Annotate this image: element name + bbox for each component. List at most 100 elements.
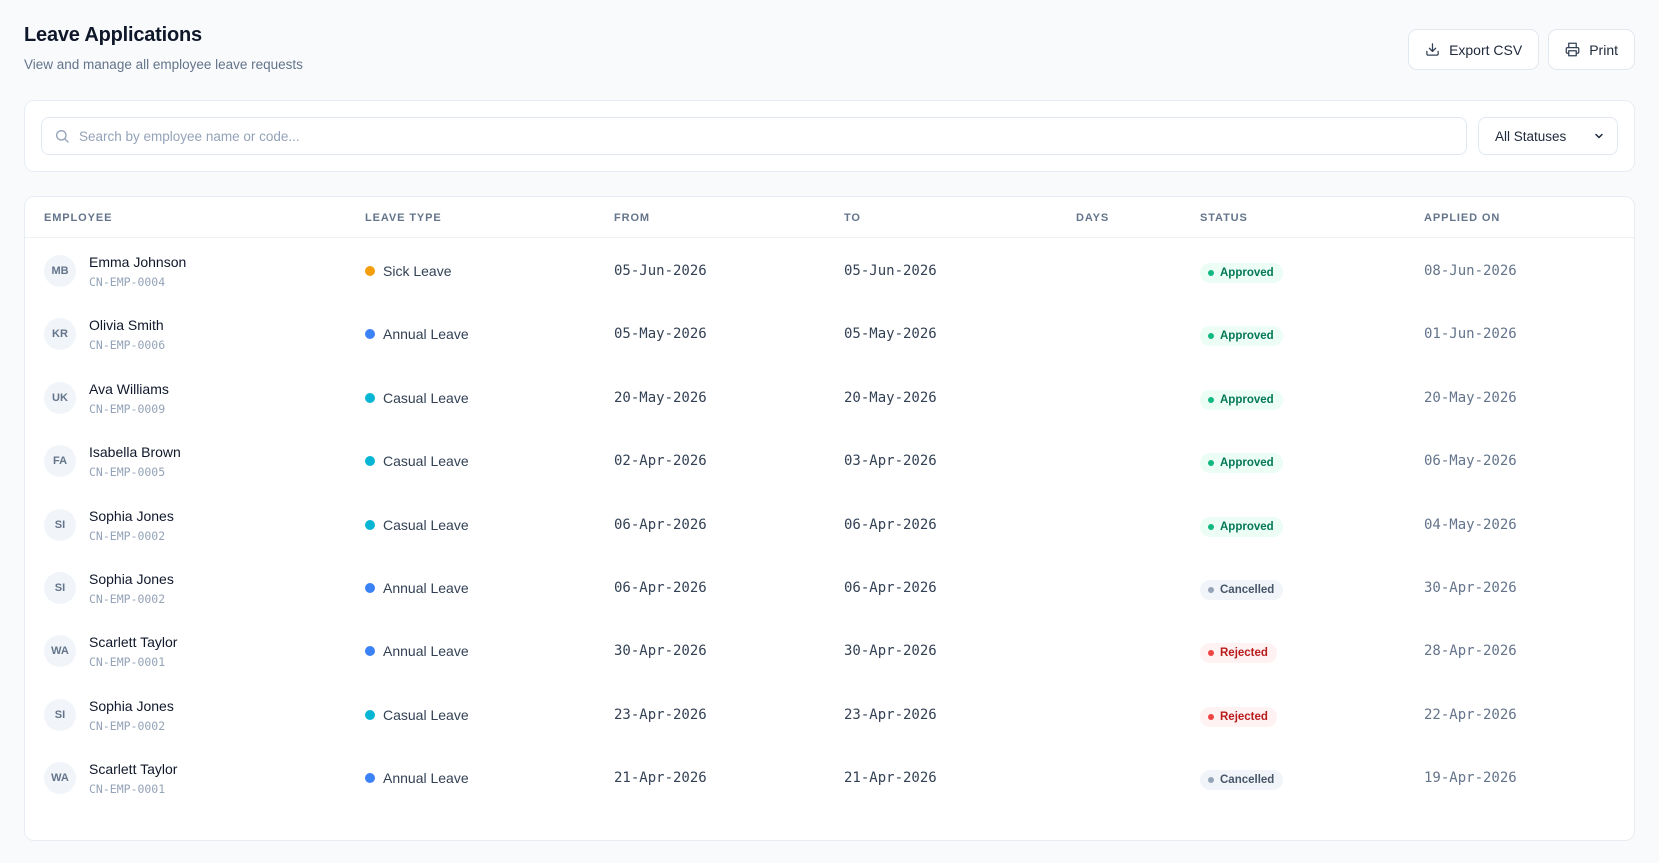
to-date: 05-May-2026 — [844, 326, 937, 343]
avatar: FA — [44, 445, 76, 478]
table-row[interactable]: UK Ava Williams CN-EMP-0009 Casual Leave… — [25, 365, 1634, 432]
applied-on-date: 06-May-2026 — [1424, 453, 1517, 470]
status-filter-select[interactable]: All Statuses — [1478, 117, 1618, 155]
leave-type: Annual Leave — [365, 770, 469, 786]
table-row[interactable]: WA Scarlett Taylor CN-EMP-0001 Annual Le… — [25, 618, 1634, 685]
applied-on-date: 01-Jun-2026 — [1424, 326, 1517, 343]
from-date: 30-Apr-2026 — [614, 643, 707, 660]
to-date: 21-Apr-2026 — [844, 770, 937, 787]
chevron-down-icon — [1595, 133, 1603, 139]
status-dot — [1208, 460, 1214, 467]
from-date: 21-Apr-2026 — [614, 770, 707, 787]
to-date: 23-Apr-2026 — [844, 706, 937, 723]
employee-name[interactable]: Isabella Brown — [89, 444, 181, 460]
download-icon — [1426, 43, 1439, 56]
leave-type: Annual Leave — [365, 326, 469, 342]
employee-code: CN-EMP-0009 — [89, 401, 166, 416]
employee-name[interactable]: Sophia Jones — [89, 508, 174, 524]
from-date: 20-May-2026 — [614, 389, 707, 406]
export-csv-button[interactable]: Export CSV — [1408, 29, 1540, 70]
leave-type: Annual Leave — [365, 580, 469, 596]
applied-on-date: 30-Apr-2026 — [1424, 580, 1517, 596]
applied-on-date: 19-Apr-2026 — [1424, 770, 1517, 787]
leave-type-label: Annual Leave — [383, 643, 469, 660]
column-header-from[interactable]: From — [614, 212, 650, 224]
status-badge: Approved — [1200, 263, 1283, 283]
avatar: KR — [44, 318, 76, 351]
status-badge: Cancelled — [1200, 770, 1284, 791]
table-row[interactable]: SI Sophia Jones CN-EMP-0002 Casual Leave… — [25, 682, 1634, 749]
avatar: MB — [44, 255, 76, 287]
status-label: Rejected — [1220, 710, 1268, 723]
leave-type-label: Casual Leave — [383, 389, 469, 406]
column-header-days[interactable]: Days — [1076, 212, 1109, 224]
status-dot — [1208, 777, 1214, 784]
employee-code: CN-EMP-0002 — [89, 528, 166, 543]
from-date: 05-May-2026 — [614, 326, 707, 343]
avatar: SI — [44, 508, 76, 541]
table-row[interactable]: MB Emma Johnson CN-EMP-0004 Sick Leave 0… — [25, 238, 1634, 305]
status-badge: Approved — [1200, 389, 1283, 410]
leave-type: Annual Leave — [365, 643, 469, 659]
avatar: SI — [44, 572, 76, 604]
leave-type-dot — [365, 583, 375, 593]
page-header: Leave Applications View and manage all e… — [24, 24, 1635, 80]
status-filter-value: All Statuses — [1495, 128, 1567, 144]
employee-code: CN-EMP-0001 — [89, 655, 166, 670]
employee-name[interactable]: Sophia Jones — [89, 698, 174, 714]
to-date: 03-Apr-2026 — [844, 453, 937, 470]
column-header-status[interactable]: Status — [1200, 212, 1248, 224]
print-label: Print — [1589, 41, 1618, 58]
employee-name[interactable]: Olivia Smith — [89, 317, 164, 333]
column-header-employee[interactable]: Employee — [44, 212, 112, 224]
employee-name[interactable]: Scarlett Taylor — [89, 761, 177, 777]
leave-type-dot — [365, 519, 375, 530]
search-box[interactable] — [41, 117, 1467, 155]
page-title: Leave Applications — [24, 24, 202, 46]
page-subtitle: View and manage all employee leave reque… — [24, 57, 303, 72]
status-dot — [1208, 587, 1214, 593]
employee-code: CN-EMP-0002 — [89, 718, 166, 733]
column-header-applied-on[interactable]: Applied On — [1424, 212, 1500, 224]
search-input[interactable] — [70, 118, 1466, 154]
table-row[interactable]: WA Scarlett Taylor CN-EMP-0001 Annual Le… — [25, 745, 1634, 812]
leave-type-label: Sick Leave — [383, 263, 452, 279]
status-dot — [1208, 713, 1214, 720]
leave-type: Casual Leave — [365, 517, 469, 533]
employee-name[interactable]: Ava Williams — [89, 381, 169, 397]
employee-name[interactable]: Emma Johnson — [89, 254, 186, 270]
status-badge: Rejected — [1200, 643, 1277, 664]
table-row[interactable]: SI Sophia Jones CN-EMP-0002 Casual Leave… — [25, 492, 1634, 559]
table-row[interactable]: KR Olivia Smith CN-EMP-0006 Annual Leave… — [25, 301, 1634, 368]
employee-name[interactable]: Scarlett Taylor — [89, 634, 177, 650]
leave-applications-page: Leave Applications View and manage all e… — [0, 0, 1659, 863]
to-date: 20-May-2026 — [844, 389, 937, 406]
leave-type: Casual Leave — [365, 453, 469, 469]
status-label: Approved — [1220, 267, 1274, 279]
leave-type-dot — [365, 329, 375, 340]
status-label: Approved — [1220, 457, 1274, 470]
leave-type-dot — [365, 456, 375, 467]
status-badge: Rejected — [1200, 706, 1277, 727]
status-badge: Approved — [1200, 516, 1283, 537]
status-dot — [1208, 650, 1214, 657]
column-header-to[interactable]: To — [844, 212, 861, 224]
table-row[interactable]: SI Sophia Jones CN-EMP-0002 Annual Leave… — [25, 555, 1634, 622]
table-header: Employee Leave Type From To Days Status … — [25, 197, 1634, 238]
applied-on-date: 22-Apr-2026 — [1424, 706, 1517, 723]
column-header-leave-type[interactable]: Leave Type — [365, 212, 442, 224]
header-actions: Export CSV Print — [1408, 29, 1635, 70]
avatar: SI — [44, 698, 76, 731]
leave-type-label: Casual Leave — [383, 516, 469, 533]
from-date: 05-Jun-2026 — [614, 263, 707, 279]
printer-icon — [1565, 42, 1580, 57]
table-row[interactable]: FA Isabella Brown CN-EMP-0005 Casual Lea… — [25, 428, 1634, 495]
leave-type-label: Annual Leave — [383, 580, 469, 596]
status-badge: Cancelled — [1200, 580, 1284, 600]
employee-name[interactable]: Sophia Jones — [89, 571, 174, 587]
leave-type: Casual Leave — [365, 390, 469, 406]
to-date: 06-Apr-2026 — [844, 516, 937, 533]
leave-type-dot — [365, 646, 375, 657]
avatar: UK — [44, 381, 76, 414]
print-button[interactable]: Print — [1548, 29, 1635, 70]
